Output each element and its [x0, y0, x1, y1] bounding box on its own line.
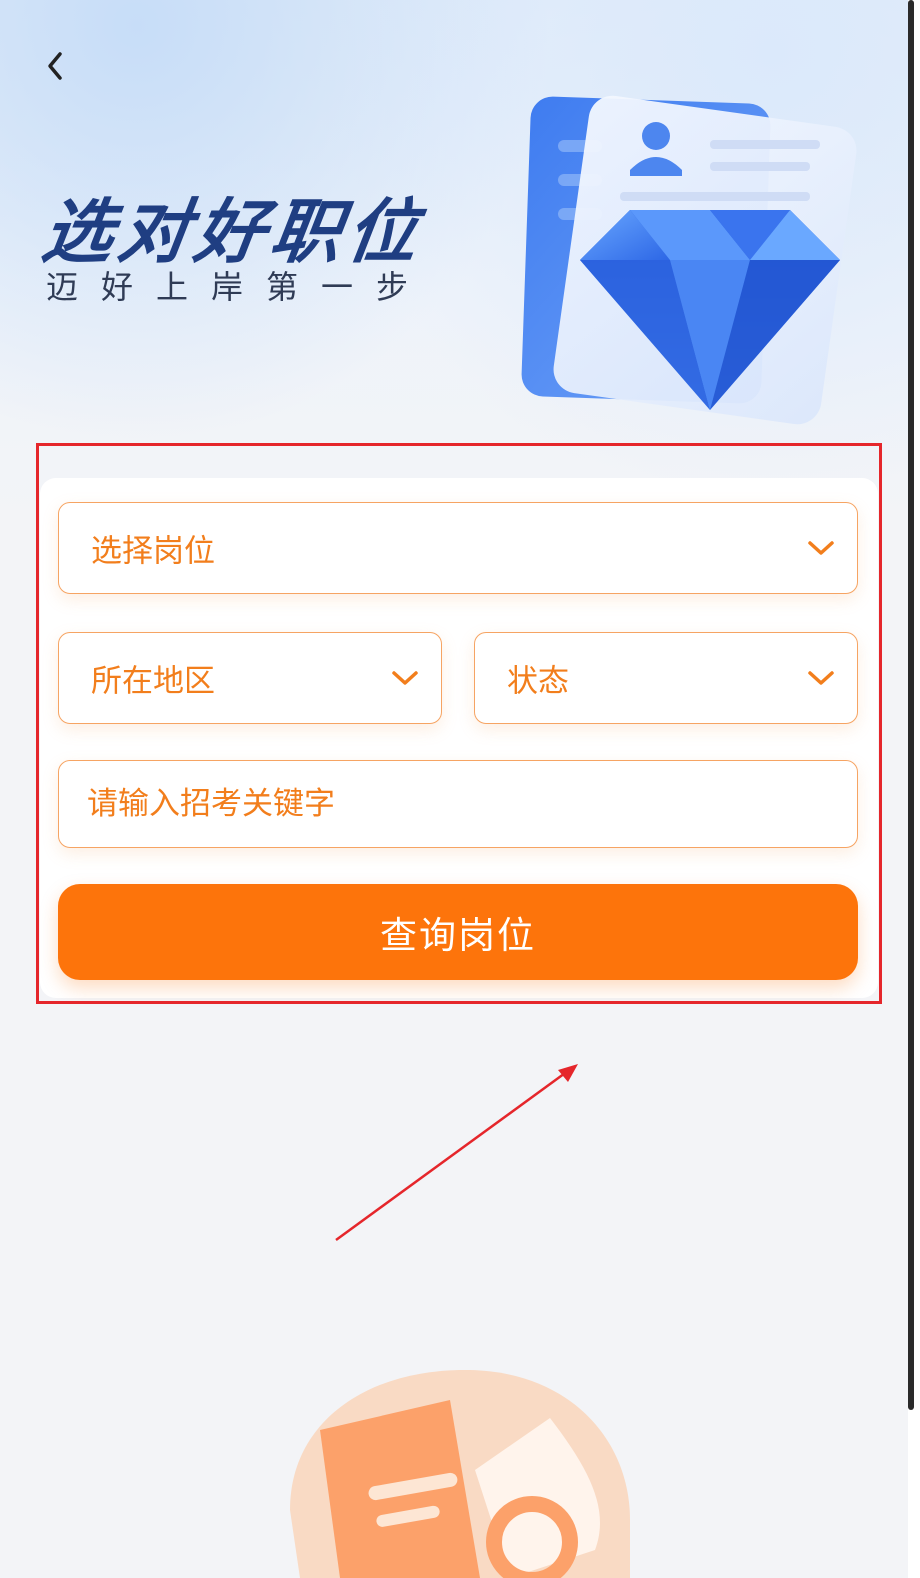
region-select[interactable]: 所在地区 — [58, 632, 442, 724]
chevron-down-icon — [392, 671, 418, 685]
query-positions-button[interactable]: 查询岗位 — [58, 884, 858, 980]
annotation-arrow-icon — [335, 1064, 578, 1242]
hero-subtitle: 迈好上岸第一步 — [46, 268, 432, 306]
status-select-label: 状态 — [507, 663, 569, 700]
position-select-label: 选择岗位 — [91, 533, 215, 570]
keyword-search-input[interactable] — [58, 760, 858, 848]
status-select[interactable]: 状态 — [474, 632, 858, 724]
back-icon[interactable] — [40, 50, 72, 82]
scrollbar-thumb[interactable] — [908, 0, 914, 1410]
chevron-down-icon — [808, 671, 834, 685]
resume-diamond-illustration — [521, 95, 857, 425]
chevron-down-icon — [808, 541, 834, 555]
region-select-label: 所在地区 — [91, 663, 215, 700]
scrollbar[interactable] — [908, 0, 920, 1578]
hero-banner: 选对好职位 迈好上岸第一步 — [0, 0, 908, 520]
document-search-illustration — [290, 1369, 630, 1578]
position-select[interactable]: 选择岗位 — [58, 502, 858, 594]
job-search-page: 选对好职位 迈好上岸第一步 选择岗位 所在地区 状态 请输入招考关键字 查询岗位 — [0, 0, 908, 1578]
